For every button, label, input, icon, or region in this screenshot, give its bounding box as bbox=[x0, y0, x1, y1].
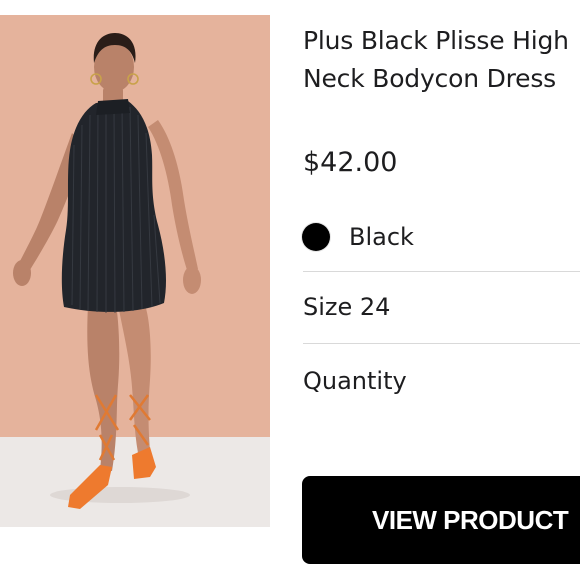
color-selector[interactable]: Black bbox=[302, 220, 414, 254]
view-product-button[interactable]: VIEW PRODUCT bbox=[302, 476, 580, 564]
divider bbox=[303, 343, 580, 344]
color-swatch-black[interactable] bbox=[302, 223, 330, 251]
size-selector[interactable]: Size 24 bbox=[303, 290, 390, 324]
divider bbox=[303, 271, 580, 272]
quantity-label: Quantity bbox=[303, 367, 407, 395]
product-price: $42.00 bbox=[303, 147, 398, 178]
product-card: Plus Black Plisse High Neck Bodycon Dres… bbox=[0, 0, 580, 580]
model-photo-illustration bbox=[0, 15, 270, 527]
product-title: Plus Black Plisse High Neck Bodycon Dres… bbox=[303, 26, 569, 93]
color-name: Black bbox=[349, 223, 414, 251]
product-image[interactable] bbox=[0, 15, 270, 527]
